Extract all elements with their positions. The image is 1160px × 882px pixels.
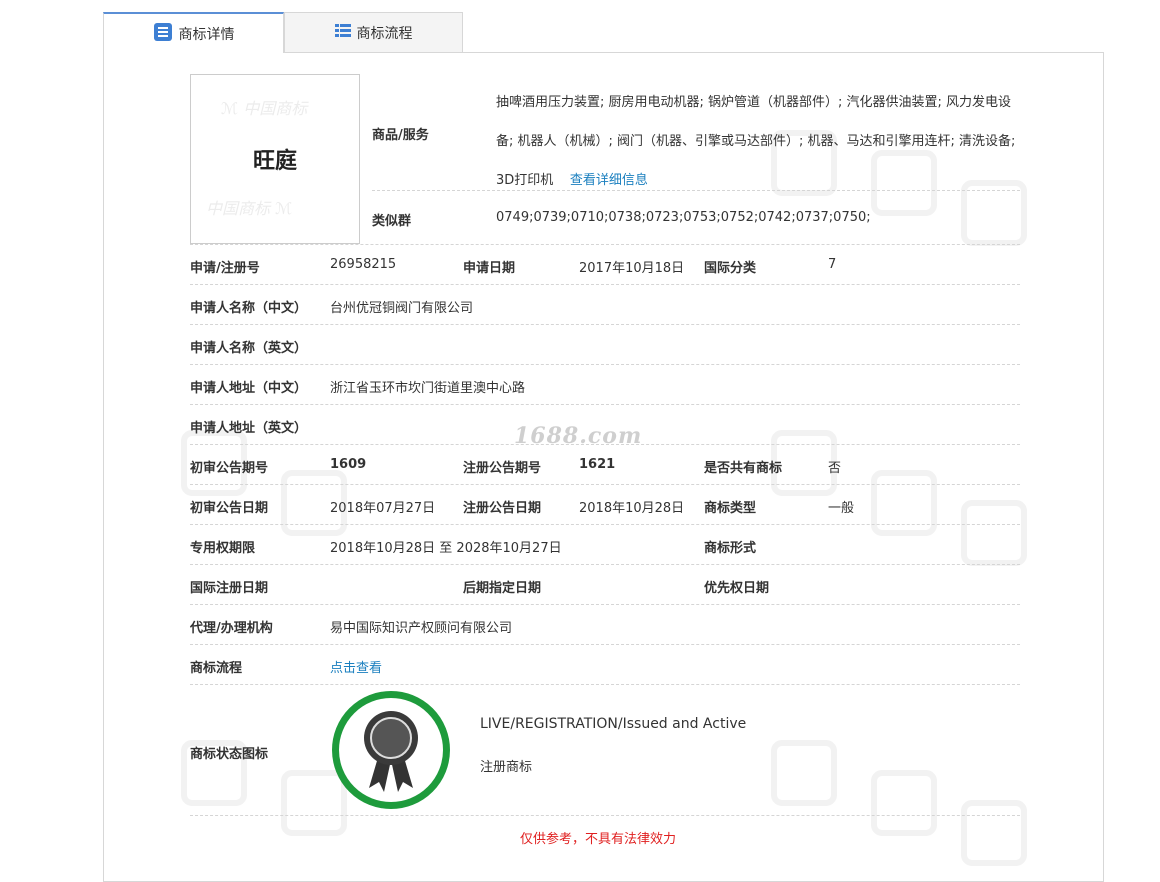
divider — [190, 684, 1020, 685]
similar-group-label: 类似群 — [372, 214, 412, 229]
divider — [372, 190, 1020, 191]
applicant-cn-label: 申请人名称（中文） — [190, 301, 308, 316]
shared-value: 否 — [828, 461, 842, 476]
divider — [190, 324, 1020, 325]
divider — [190, 404, 1020, 405]
tab-trademark-flow-label: 商标流程 — [356, 25, 413, 42]
shared-label: 是否共有商标 — [704, 461, 783, 476]
apply-date-value: 2017年10月18日 — [579, 261, 685, 276]
divider — [190, 364, 1020, 365]
intl-reg-date-label: 国际注册日期 — [190, 581, 269, 596]
reg-pub-date-value: 2018年10月28日 — [579, 501, 685, 516]
divider — [190, 444, 1020, 445]
divider — [190, 284, 1020, 285]
apply-date-label: 申请日期 — [463, 261, 516, 276]
divider — [190, 815, 1020, 816]
prelim-date-value: 2018年07月27日 — [330, 501, 436, 516]
address-en-label: 申请人地址（英文） — [190, 421, 308, 436]
registered-status-icon — [332, 691, 450, 809]
divider — [190, 604, 1020, 605]
tab-trademark-detail-label: 商标详情 — [178, 26, 235, 43]
type-value: 一般 — [828, 501, 855, 516]
divider — [190, 564, 1020, 565]
divider — [190, 524, 1020, 525]
address-cn-label: 申请人地址（中文） — [190, 381, 308, 396]
agency-value: 易中国际知识产权顾问有限公司 — [330, 621, 513, 636]
reg-pub-date-label: 注册公告日期 — [463, 501, 542, 516]
goods-services-value: 抽啤酒用压力装置; 厨房用电动机器; 锅炉管道（机器部件）; 汽化器供油装置; … — [496, 83, 1026, 200]
trademark-detail-panel: 1688.com ℳ 中国商标 中国商标 ℳ 旺庭 商品/服务 抽啤酒用压力装置… — [103, 52, 1104, 882]
reg-no-label: 申请/注册号 — [190, 261, 260, 276]
status-en-value: LIVE/REGISTRATION/Issued and Active — [480, 716, 747, 732]
list-doc-icon — [153, 22, 173, 46]
type-label: 商标类型 — [704, 501, 757, 516]
tab-bar: 商标详情 商标流程 — [103, 12, 463, 53]
intl-class-value: 7 — [828, 257, 837, 272]
prelim-no-label: 初审公告期号 — [190, 461, 269, 476]
address-cn-value: 浙江省玉环市坎门街道里澳中心路 — [330, 381, 526, 396]
logo-watermark: 中国商标 ℳ — [206, 199, 293, 218]
tab-trademark-flow[interactable]: 商标流程 — [284, 12, 463, 52]
view-detail-link[interactable]: 查看详细信息 — [570, 173, 648, 188]
trademark-logo-image: ℳ 中国商标 中国商标 ℳ 旺庭 — [190, 74, 360, 244]
intl-class-label: 国际分类 — [704, 261, 757, 276]
reg-pub-no-label: 注册公告期号 — [463, 461, 542, 476]
goods-services-label: 商品/服务 — [372, 128, 429, 143]
divider — [190, 244, 1020, 245]
term-value: 2018年10月28日 至 2028年10月27日 — [330, 541, 562, 556]
prelim-date-label: 初审公告日期 — [190, 501, 269, 516]
status-cn-value: 注册商标 — [480, 760, 533, 775]
reg-pub-no-value: 1621 — [579, 457, 616, 472]
prelim-no-value: 1609 — [330, 457, 367, 472]
flow-view-link[interactable]: 点击查看 — [330, 657, 382, 676]
trademark-logo-text: 旺庭 — [252, 149, 297, 174]
flow-label: 商标流程 — [190, 661, 243, 676]
logo-watermark: ℳ 中国商标 — [221, 99, 308, 118]
applicant-en-label: 申请人名称（英文） — [190, 341, 308, 356]
site-watermark: 1688.com — [514, 423, 643, 449]
divider — [190, 484, 1020, 485]
reg-no-value: 26958215 — [330, 257, 397, 272]
applicant-cn-value: 台州优冠铜阀门有限公司 — [330, 301, 474, 316]
later-date-label: 后期指定日期 — [463, 581, 542, 596]
status-icon-label: 商标状态图标 — [190, 747, 269, 762]
term-label: 专用权期限 — [190, 541, 256, 556]
priority-date-label: 优先权日期 — [704, 581, 770, 596]
tab-trademark-detail[interactable]: 商标详情 — [103, 12, 284, 53]
agency-label: 代理/办理机构 — [190, 621, 273, 636]
disclaimer-note: 仅供参考，不具有法律效力 — [520, 832, 677, 847]
similar-group-value: 0749;0739;0710;0738;0723;0753;0752;0742;… — [496, 210, 871, 225]
list-icon — [334, 23, 351, 43]
divider — [190, 644, 1020, 645]
form-label: 商标形式 — [704, 541, 757, 556]
